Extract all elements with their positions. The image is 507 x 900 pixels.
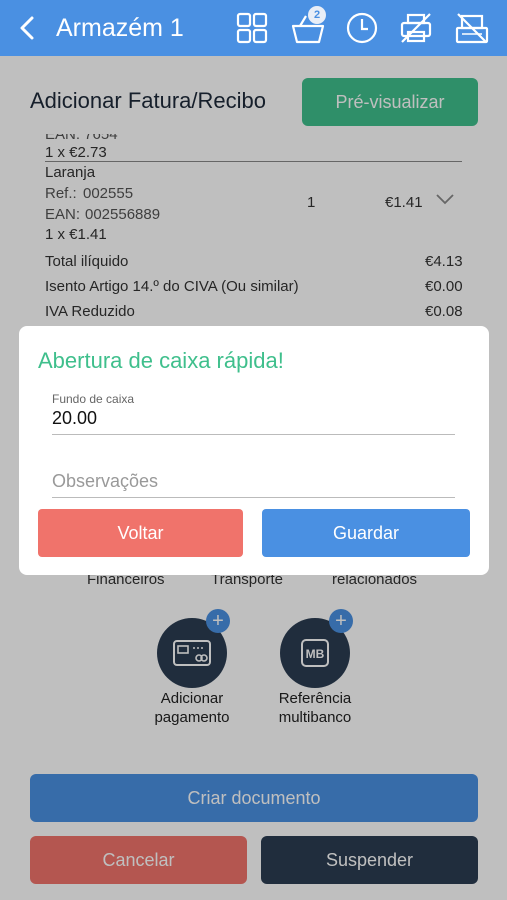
chevron-left-icon [20, 16, 34, 40]
history-button[interactable] [344, 10, 380, 46]
printer-button[interactable] [398, 10, 434, 46]
cash-fund-input[interactable]: 20.00 [52, 408, 97, 429]
clock-icon [346, 12, 378, 44]
cash-register-button[interactable] [454, 10, 490, 46]
grid-icon [236, 12, 268, 44]
observations-input[interactable]: Observações [52, 471, 158, 492]
warehouse-title: Armazém 1 [56, 14, 184, 42]
back-button[interactable] [16, 12, 40, 44]
observations-underline [52, 497, 455, 498]
cash-fund-underline [52, 434, 455, 435]
cash-fund-label: Fundo de caixa [52, 392, 135, 406]
save-button[interactable]: Guardar [262, 509, 470, 557]
top-bar: Armazém 1 2 [0, 0, 507, 56]
back-dialog-button[interactable]: Voltar [38, 509, 243, 557]
printer-off-icon [400, 13, 432, 43]
quick-open-cash-dialog: Abertura de caixa rápida! Fundo de caixa… [19, 326, 489, 575]
dialog-title: Abertura de caixa rápida! [38, 348, 284, 373]
grid-button[interactable] [234, 10, 270, 46]
cash-register-off-icon [455, 13, 489, 44]
cart-button[interactable]: 2 [290, 6, 326, 46]
cart-count-badge: 2 [308, 6, 326, 24]
